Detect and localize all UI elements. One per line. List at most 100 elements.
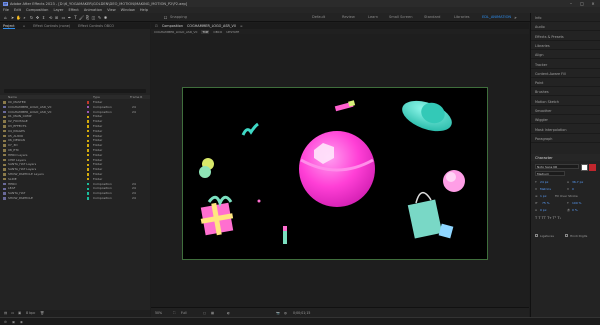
maximize-icon[interactable]: □ [577, 0, 587, 7]
trash-icon[interactable]: 🗑 [40, 311, 44, 315]
label-color-swatch[interactable] [87, 182, 90, 186]
panel-item-effects-presets[interactable]: Effects & Presets [531, 33, 600, 41]
panel-menu-icon[interactable]: ≡ [23, 24, 26, 28]
workspace-learn[interactable]: Learn [368, 15, 378, 19]
resolution-dropdown[interactable]: Full [181, 311, 186, 315]
panel-item-paragraph[interactable]: Paragraph [531, 135, 600, 143]
tab-composition[interactable]: Composition [162, 24, 183, 28]
panel-item-libraries[interactable]: Libraries [531, 42, 600, 50]
comp-stage[interactable] [182, 87, 488, 260]
tab-comp-name[interactable]: COGHAMMER_LOGO_ASR_V0 [187, 24, 236, 28]
region-of-interest-icon[interactable]: ▢ [203, 311, 206, 315]
label-color-swatch[interactable] [87, 154, 90, 157]
panel-item-mask-interpolation[interactable]: Mask Interpolation [531, 126, 600, 134]
workspace-review[interactable]: Review [342, 15, 355, 19]
panel-item-smoother[interactable]: Smoother [531, 107, 600, 115]
panel-item-content-aware-fill[interactable]: Content-Aware Fill [531, 70, 600, 78]
panel-item-motion-sketch[interactable]: Motion Sketch [531, 98, 600, 106]
brush-tool-icon[interactable]: 🖌 [79, 15, 84, 20]
bit-depth-label[interactable]: 8 bpc [26, 311, 35, 315]
breadcrumb-item[interactable]: UPSTATE [226, 30, 239, 34]
frame-render-icon[interactable]: ▣ [12, 320, 15, 324]
label-color-swatch[interactable] [87, 125, 90, 128]
close-icon[interactable]: × [588, 0, 598, 7]
menu-file[interactable]: File [3, 8, 9, 12]
label-color-swatch[interactable] [87, 110, 90, 114]
panel-item-tracker[interactable]: Tracker [531, 61, 600, 69]
puppet-pin-icon[interactable]: ✱ [103, 15, 108, 20]
new-folder-icon[interactable]: ▭ [11, 311, 14, 315]
kerning-value[interactable]: Metrics [540, 187, 551, 191]
ligatures-checkbox[interactable] [535, 234, 538, 237]
col-type[interactable]: Type [93, 95, 100, 99]
font-family-dropdown[interactable]: Noto Sans KR [535, 164, 579, 169]
dolly-camera-icon[interactable]: ⇕ [41, 15, 46, 20]
label-color-swatch[interactable] [87, 106, 90, 109]
panel-item-info[interactable]: Info [531, 14, 600, 22]
leading-value[interactable]: 36.7 px [572, 180, 583, 184]
menu-animation[interactable]: Animation [84, 8, 102, 12]
workspace-libraries[interactable]: Libraries [454, 15, 470, 19]
label-color-swatch[interactable] [87, 149, 90, 152]
workspace-standard[interactable]: Standard [424, 15, 440, 19]
label-color-swatch[interactable] [87, 163, 90, 167]
eyedropper-swatch[interactable] [581, 164, 588, 171]
workspace-menu-icon[interactable]: » [513, 15, 518, 20]
label-color-swatch[interactable] [87, 197, 90, 200]
snapping-checkbox-icon[interactable]: ☐ [163, 15, 168, 20]
label-color-swatch[interactable] [87, 134, 90, 138]
label-color-swatch[interactable] [87, 178, 90, 181]
clone-stamp-icon[interactable]: ⎘ [85, 15, 90, 20]
tab-project[interactable]: Project [3, 24, 15, 29]
vertical-scale-value[interactable]: 75 % [542, 201, 550, 205]
label-color-swatch[interactable] [87, 130, 90, 133]
type-tool-icon[interactable]: T [73, 15, 78, 20]
fill-color-swatch[interactable] [589, 164, 596, 171]
pen-tool-icon[interactable]: ✒ [67, 15, 72, 20]
menu-composition[interactable]: Composition [26, 8, 48, 12]
stroke-width-value[interactable]: 1 px [540, 194, 547, 198]
selection-tool-icon[interactable]: ➤ [10, 15, 15, 20]
current-time[interactable]: 0;00;01;15 [293, 311, 310, 315]
pan-camera-icon[interactable]: ✥ [35, 15, 40, 20]
eraser-tool-icon[interactable]: ◫ [91, 15, 96, 20]
panel-item-wiggler[interactable]: Wiggler [531, 116, 600, 125]
project-search-input[interactable] [4, 89, 146, 93]
zoom-tool-icon[interactable]: ⌕ [22, 15, 27, 20]
label-color-swatch[interactable] [87, 168, 90, 171]
baseline-shift-value[interactable]: 0 px [540, 208, 547, 212]
menu-view[interactable]: View [107, 8, 116, 12]
menu-effect[interactable]: Effect [68, 8, 78, 12]
breadcrumb-item[interactable]: COGHAMMER_LOGO_ASR_V0 [154, 30, 197, 34]
tracking-value[interactable]: 0 [572, 187, 574, 191]
hand-tool-icon[interactable]: ✋ [16, 15, 21, 20]
rotate-tool-icon[interactable]: ⟲ [48, 15, 53, 20]
interpret-footage-icon[interactable]: ▤ [4, 311, 7, 315]
panel-item-align[interactable]: Align [531, 51, 600, 60]
minimize-icon[interactable]: – [566, 0, 576, 7]
font-style-dropdown[interactable]: Medium [535, 171, 565, 176]
label-color-swatch[interactable] [87, 173, 90, 176]
project-row[interactable]: SHOW_PARTICLE Composition 24 [0, 196, 150, 201]
menu-window[interactable]: Window [121, 8, 135, 12]
workspace-small-screen[interactable]: Small Screen [389, 15, 412, 19]
label-color-swatch[interactable] [87, 101, 90, 104]
menu-layer[interactable]: Layer [53, 8, 63, 12]
panel-item-paint[interactable]: Paint [531, 79, 600, 88]
col-name[interactable]: Name [8, 95, 17, 99]
label-color-swatch[interactable] [87, 144, 90, 147]
text-style-buttons[interactable]: T T TT Tт T¹ T₁ [535, 216, 561, 220]
label-color-swatch[interactable] [87, 158, 90, 162]
new-comp-icon[interactable]: ▣ [18, 311, 21, 315]
label-color-swatch[interactable] [87, 187, 90, 191]
render-icon[interactable]: ⚙ [4, 320, 7, 324]
snapshot-icon[interactable]: 📷 [276, 311, 280, 315]
panel-menu-icon[interactable]: ≡ [240, 24, 243, 28]
workspace-default[interactable]: Default [312, 15, 325, 19]
transparency-grid-icon[interactable]: ▦ [211, 311, 214, 315]
breadcrumb-item[interactable]: OBCO [213, 30, 222, 34]
zoom-dropdown[interactable]: 50% [155, 311, 162, 315]
rectangle-tool-icon[interactable]: ▭ [61, 15, 66, 20]
menu-edit[interactable]: Edit [14, 8, 21, 12]
label-color-swatch[interactable] [87, 120, 90, 123]
